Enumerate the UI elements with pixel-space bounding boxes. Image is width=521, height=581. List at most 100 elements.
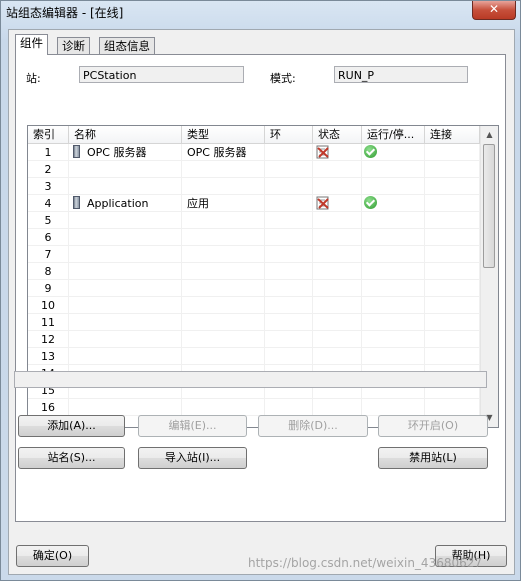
- table-row[interactable]: 13: [28, 348, 480, 365]
- table-row[interactable]: 16: [28, 399, 480, 416]
- cell-status: [313, 314, 362, 331]
- cell-status: [313, 178, 362, 195]
- station-label: 站:: [26, 72, 41, 85]
- cell-name: [69, 229, 182, 246]
- row-name-text: Application: [87, 197, 149, 210]
- mode-field: RUN_P: [334, 66, 468, 83]
- row-index-text: 6: [44, 231, 52, 244]
- cell-ring: [265, 246, 313, 263]
- cell-type: [182, 229, 265, 246]
- cell-name: [69, 314, 182, 331]
- tab-diagnostics[interactable]: 诊断: [57, 37, 90, 54]
- row-index-text: 1: [44, 146, 52, 159]
- cell-run-stop: [362, 229, 425, 246]
- cell-status: [313, 348, 362, 365]
- table-row[interactable]: 3: [28, 178, 480, 195]
- col-run-stop-header[interactable]: 运行/停...: [362, 126, 425, 143]
- cell-status: [313, 229, 362, 246]
- col-name-header[interactable]: 名称: [69, 126, 182, 143]
- cell-type: 应用: [182, 195, 265, 212]
- scroll-thumb[interactable]: [483, 144, 495, 268]
- delete-button[interactable]: 删除(D)...: [258, 415, 368, 437]
- cell-connection: [425, 314, 480, 331]
- cell-ring: [265, 263, 313, 280]
- ok-button[interactable]: 确定(O): [16, 545, 89, 567]
- table-row[interactable]: 12: [28, 331, 480, 348]
- cell-type: [182, 280, 265, 297]
- row-type-text: 应用: [187, 197, 209, 210]
- cell-run-stop: [362, 263, 425, 280]
- row-name-text: OPC 服务器: [87, 146, 147, 159]
- cell-run-stop: [362, 246, 425, 263]
- row-index-text: 3: [44, 180, 52, 193]
- cell-connection: [425, 144, 480, 161]
- status-error-icon: [316, 196, 329, 210]
- dialog-client-area: 组件 诊断 组态信息 站: PCStation 模式: RUN_P 索引 名称 …: [8, 29, 515, 575]
- cell-run-stop: [362, 331, 425, 348]
- row-index-text: 4: [44, 197, 52, 210]
- col-ring-header[interactable]: 环: [265, 126, 313, 143]
- edit-button[interactable]: 编辑(E)...: [138, 415, 247, 437]
- cell-status: [313, 195, 362, 212]
- cell-type: OPC 服务器: [182, 144, 265, 161]
- tab-config-info[interactable]: 组态信息: [99, 37, 155, 54]
- row-index-text: 9: [44, 282, 52, 295]
- scroll-up-icon[interactable]: ▲: [481, 126, 498, 143]
- cell-status: [313, 161, 362, 178]
- close-button[interactable]: ✕: [472, 1, 516, 20]
- components-panel: 站: PCStation 模式: RUN_P 索引 名称 类型 环 状态 运行/…: [14, 54, 506, 522]
- table-row[interactable]: 8: [28, 263, 480, 280]
- cell-index: 3: [28, 178, 69, 195]
- cell-index: 13: [28, 348, 69, 365]
- col-index-header[interactable]: 索引: [28, 126, 69, 143]
- cell-type: [182, 348, 265, 365]
- col-type-header[interactable]: 类型: [182, 126, 265, 143]
- cell-status: [313, 246, 362, 263]
- table-row[interactable]: 4 Application 应用: [28, 195, 480, 212]
- cell-index: 16: [28, 399, 69, 416]
- table-row[interactable]: 5: [28, 212, 480, 229]
- table-row[interactable]: 6: [28, 229, 480, 246]
- cell-index: 9: [28, 280, 69, 297]
- cell-run-stop: [362, 297, 425, 314]
- ring-on-button[interactable]: 环开启(O): [378, 415, 488, 437]
- col-status-header[interactable]: 状态: [313, 126, 362, 143]
- title-bar[interactable]: 站组态编辑器 - [在线] ✕: [1, 1, 520, 23]
- tab-components[interactable]: 组件: [15, 34, 48, 55]
- row-index-text: 10: [41, 299, 55, 312]
- cell-status: [313, 263, 362, 280]
- watermark-text: https://blog.csdn.net/weixin_43680627: [248, 556, 483, 570]
- row-index-text: 11: [41, 316, 55, 329]
- table-row[interactable]: 7: [28, 246, 480, 263]
- cell-run-stop: [362, 178, 425, 195]
- cell-index: 10: [28, 297, 69, 314]
- cell-ring: [265, 297, 313, 314]
- table-row[interactable]: 9: [28, 280, 480, 297]
- table-row[interactable]: 11: [28, 314, 480, 331]
- table-row[interactable]: 1 OPC 服务器 OPC 服务器: [28, 144, 480, 161]
- station-name-button[interactable]: 站名(S)...: [18, 447, 125, 469]
- cell-type: [182, 212, 265, 229]
- cell-ring: [265, 161, 313, 178]
- cell-status: [313, 144, 362, 161]
- import-station-button[interactable]: 导入站(I)...: [138, 447, 247, 469]
- cell-status: [313, 212, 362, 229]
- cell-connection: [425, 195, 480, 212]
- run-ok-icon: [364, 196, 377, 209]
- cell-name: [69, 348, 182, 365]
- disable-station-button[interactable]: 禁用站(L): [378, 447, 488, 469]
- cell-ring: [265, 178, 313, 195]
- cell-index: 4: [28, 195, 69, 212]
- cell-ring: [265, 314, 313, 331]
- table-row[interactable]: 2: [28, 161, 480, 178]
- col-connection-header[interactable]: 连接: [425, 126, 480, 143]
- cell-run-stop: [362, 212, 425, 229]
- add-button[interactable]: 添加(A)...: [18, 415, 125, 437]
- cell-type: [182, 246, 265, 263]
- cell-connection: [425, 161, 480, 178]
- cell-name: [69, 399, 182, 416]
- cell-type: [182, 263, 265, 280]
- cell-name: [69, 263, 182, 280]
- cell-connection: [425, 229, 480, 246]
- table-row[interactable]: 10: [28, 297, 480, 314]
